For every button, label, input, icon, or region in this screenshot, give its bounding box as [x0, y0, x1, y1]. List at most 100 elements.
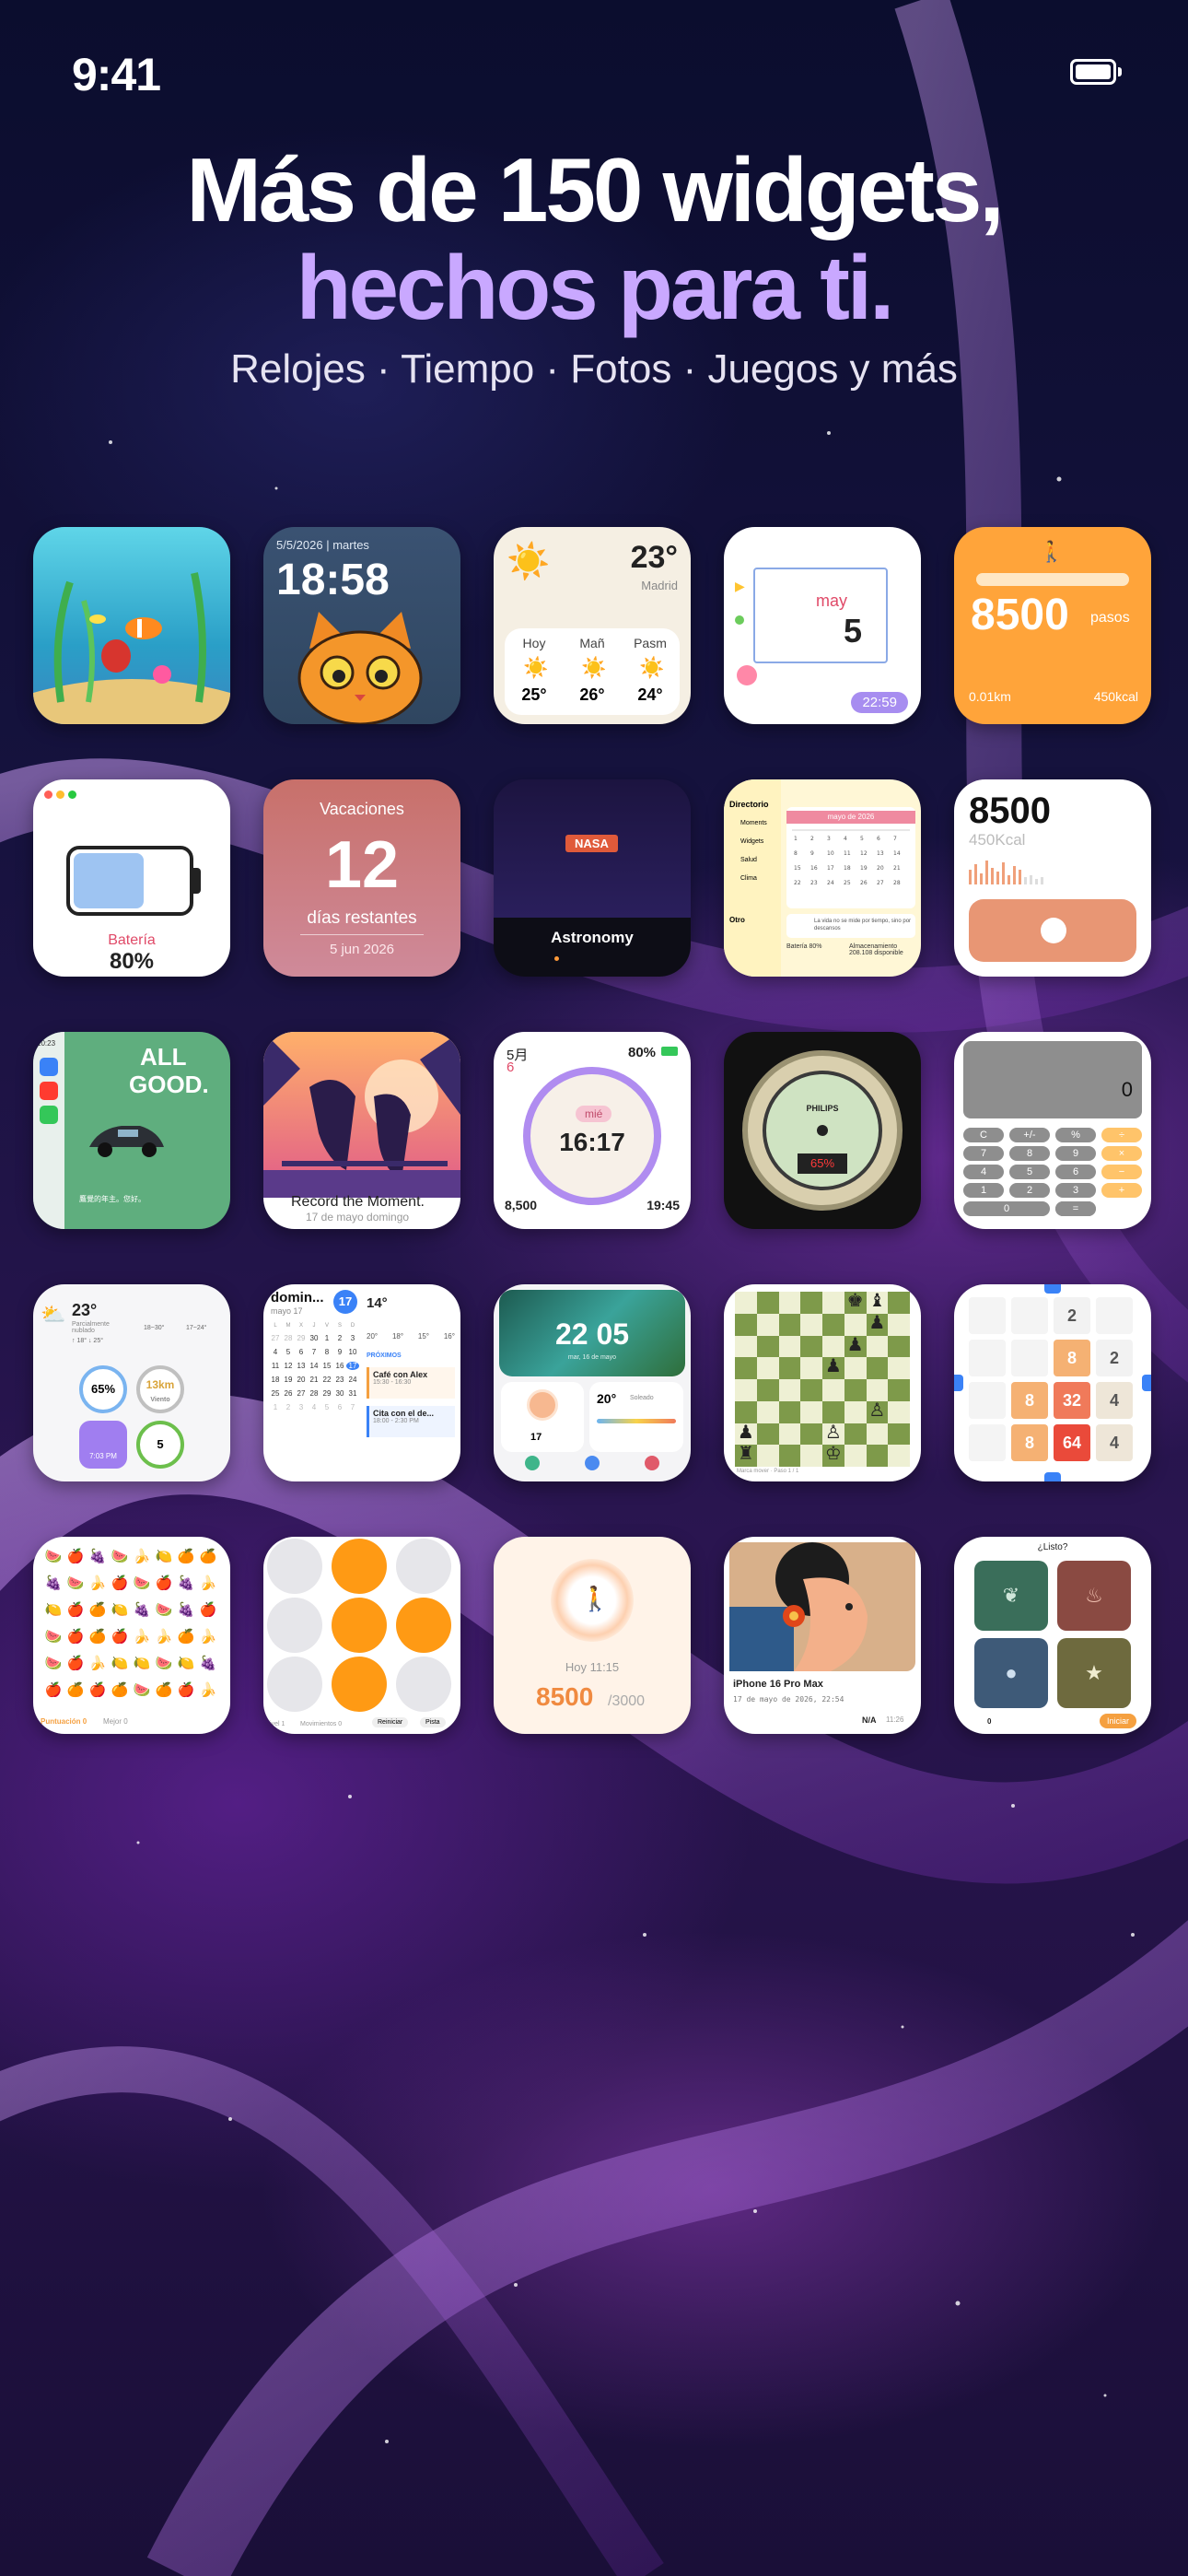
calendar-day[interactable]: 16: [333, 1362, 346, 1370]
fruit-cell[interactable]: 🍎: [109, 1624, 131, 1650]
kcal-widget[interactable]: 8500 450Kcal: [954, 779, 1151, 977]
drop-tile[interactable]: ●: [974, 1638, 1048, 1708]
chess-piece[interactable]: ♟: [867, 1311, 889, 1334]
chess-square[interactable]: [778, 1292, 801, 1314]
dot-cell[interactable]: [332, 1657, 387, 1712]
chess-square[interactable]: [888, 1292, 910, 1314]
fruit-cell[interactable]: 🍊: [64, 1678, 87, 1704]
calendar-day[interactable]: 14: [308, 1362, 320, 1370]
calendar-day[interactable]: 20: [295, 1376, 308, 1384]
agenda-event-2[interactable]: Cita con el de... 18:00 - 2:30 PM: [367, 1406, 455, 1437]
calendar-day[interactable]: 29: [295, 1334, 308, 1342]
arrow-down-icon[interactable]: [1044, 1472, 1061, 1481]
calendar-day[interactable]: 15: [320, 1362, 333, 1370]
chess-square[interactable]: [888, 1379, 910, 1401]
chess-square[interactable]: [822, 1292, 844, 1314]
fruit-cell[interactable]: 🍊: [87, 1624, 109, 1650]
fruit-cell[interactable]: 🍉: [153, 1651, 175, 1677]
chess-square[interactable]: [756, 1357, 779, 1379]
chess-square[interactable]: [735, 1292, 757, 1314]
nasa-widget[interactable]: NASA Astronomy: [494, 779, 691, 977]
chess-piece[interactable]: ♜: [735, 1442, 757, 1465]
game2048-board[interactable]: 2 8 2 8 32 4 8 64 4: [969, 1297, 1136, 1465]
fruits-widget[interactable]: 🍉 🍎 🍇 🍉 🍌 🍋 🍊 🍊 🍇 🍉 🍌 🍎 🍉 🍎 🍇 🍌 🍋 🍎 🍊 🍋 🍇 🍉 🍇 🍎 🍉 🍎 🍊 🍎 🍌 🍌 🍊 🍌 🍉 🍎 🍌 🍋 🍋 🍉 🍋 🍇…: [33, 1537, 230, 1734]
chess-piece[interactable]: ♟: [844, 1333, 867, 1356]
chess-square[interactable]: [800, 1292, 822, 1314]
chess-square[interactable]: [866, 1423, 889, 1446]
chess-square[interactable]: [888, 1445, 910, 1467]
dot-cell[interactable]: [396, 1539, 451, 1594]
weather2-widget[interactable]: ⛅ 23° Parcialmente nublado ↑ 18° ↓ 25° 1…: [33, 1284, 230, 1481]
calculator-widget[interactable]: 0 C+/-%÷789×456−123+0.=: [954, 1032, 1151, 1229]
fruit-cell[interactable]: 🍉: [131, 1678, 153, 1704]
calendar-day[interactable]: 4: [308, 1403, 320, 1411]
calendar-day[interactable]: 2: [333, 1334, 346, 1342]
fruit-cell[interactable]: 🍎: [64, 1651, 87, 1677]
chess-piece[interactable]: ♙: [867, 1399, 889, 1422]
fruit-cell[interactable]: 🍉: [42, 1651, 64, 1677]
calc-key[interactable]: 8: [1009, 1146, 1050, 1161]
game2048-widget[interactable]: 2 8 2 8 32 4 8 64 4: [954, 1284, 1151, 1481]
chess-square[interactable]: [844, 1400, 867, 1423]
parrots-widget[interactable]: Record the Moment. 17 de mayo domingo: [263, 1032, 460, 1229]
fruit-cell[interactable]: 🍉: [153, 1598, 175, 1623]
chess-widget[interactable]: ♚ ♝ ♟ ♟ ♟ ♙ ♟ ♜ ♙ ♔ Marca mover · Paso 1 / 1: [724, 1284, 921, 1481]
calc-key[interactable]: 6: [1055, 1165, 1096, 1179]
calc-key[interactable]: 0: [963, 1201, 1050, 1216]
calendar-day[interactable]: 3: [295, 1403, 308, 1411]
chess-piece[interactable]: ♝: [867, 1289, 889, 1312]
calc-key[interactable]: 7: [963, 1146, 1004, 1161]
calendar-small-widget[interactable]: may 5 ▶ 22:59: [724, 527, 921, 724]
fruit-cell[interactable]: 🍌: [131, 1624, 153, 1650]
calc-key[interactable]: 4: [963, 1165, 1004, 1179]
calendar-day[interactable]: 6: [295, 1348, 308, 1356]
fruit-cell[interactable]: 🍋: [131, 1651, 153, 1677]
hint-button[interactable]: Pista: [420, 1717, 446, 1727]
chess-square[interactable]: [778, 1335, 801, 1358]
fruit-cell[interactable]: 🍇: [175, 1598, 197, 1623]
chess-square[interactable]: [756, 1313, 779, 1336]
calendar-day[interactable]: 11: [269, 1362, 282, 1370]
chess-square[interactable]: [778, 1423, 801, 1446]
chess-piece[interactable]: ♟: [735, 1421, 757, 1444]
fruit-cell[interactable]: 🍇: [175, 1571, 197, 1597]
chess-square[interactable]: [756, 1292, 779, 1314]
fruit-cell[interactable]: 🍊: [109, 1678, 131, 1704]
dot-cell[interactable]: [332, 1598, 387, 1653]
calc-key[interactable]: 2: [1009, 1183, 1050, 1198]
chess-piece[interactable]: ♟: [822, 1354, 844, 1377]
calc-key[interactable]: +: [1101, 1183, 1142, 1198]
calendar-day[interactable]: 27: [269, 1334, 282, 1342]
calendar-day[interactable]: 3: [346, 1334, 359, 1342]
agenda-widget[interactable]: domin... mayo 17 17 L M X J V S D 27 28 29 30 1 2 3 4 5…: [263, 1284, 460, 1481]
chess-square[interactable]: [756, 1445, 779, 1467]
calc-key[interactable]: 5: [1009, 1165, 1050, 1179]
chess-square[interactable]: [800, 1313, 822, 1336]
chess-square[interactable]: [844, 1423, 867, 1446]
fruit-cell[interactable]: 🍉: [42, 1544, 64, 1570]
calc-key[interactable]: ×: [1101, 1146, 1142, 1161]
calendar-day[interactable]: 1: [320, 1334, 333, 1342]
calc-key[interactable]: 9: [1055, 1146, 1096, 1161]
fruit-cell[interactable]: 🍎: [64, 1598, 87, 1623]
clock-cat-widget[interactable]: 5/5/2026 | martes 18:58: [263, 527, 460, 724]
arrow-left-icon[interactable]: [954, 1375, 963, 1391]
chess-square[interactable]: [866, 1335, 889, 1358]
leaf-tile[interactable]: ❦: [974, 1561, 1048, 1631]
calendar-day[interactable]: 10: [346, 1348, 359, 1356]
chess-square[interactable]: [800, 1335, 822, 1358]
fruit-cell[interactable]: 🍇: [131, 1598, 153, 1623]
chess-square[interactable]: [822, 1379, 844, 1401]
calendar-day[interactable]: 23: [333, 1376, 346, 1384]
fruit-cell[interactable]: 🍎: [42, 1678, 64, 1704]
battery-widget[interactable]: Batería 80%: [33, 779, 230, 977]
chess-square[interactable]: [888, 1313, 910, 1336]
chess-square[interactable]: [866, 1357, 889, 1379]
calc-key[interactable]: C: [963, 1128, 1004, 1142]
calc-key[interactable]: 3: [1055, 1183, 1096, 1198]
calc-key[interactable]: ÷: [1101, 1128, 1142, 1142]
chess-square[interactable]: [778, 1379, 801, 1401]
fruit-cell[interactable]: 🍊: [175, 1624, 197, 1650]
fruit-cell[interactable]: 🍉: [131, 1571, 153, 1597]
calc-key[interactable]: 1: [963, 1183, 1004, 1198]
